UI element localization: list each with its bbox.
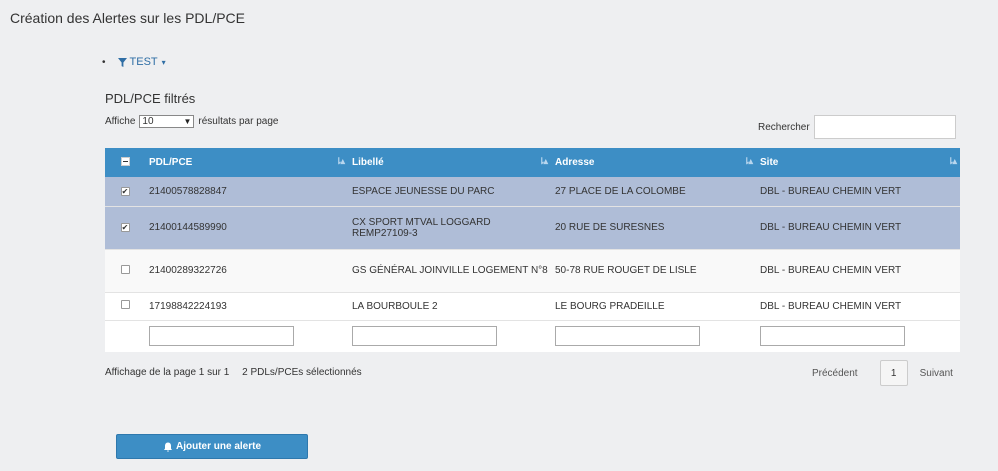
- select-all-checkbox[interactable]: [120, 156, 130, 166]
- cell-site: DBL - BUREAU CHEMIN VERT: [760, 300, 902, 312]
- column-header-label: Adresse: [555, 157, 595, 168]
- table-row[interactable]: 21400289322726 GS GÉNÉRAL JOINVILLE LOGE…: [105, 249, 960, 292]
- sort-arrows-icon[interactable]: ⇂▴: [538, 156, 548, 167]
- cell-adresse: LE BOURG PRADEILLE: [555, 300, 665, 312]
- column-header-label: Libellé: [352, 157, 384, 168]
- cell-adresse: 20 RUE DE SURESNES: [555, 222, 665, 233]
- filter-list: • TEST ▾: [102, 56, 166, 68]
- column-header-pdl[interactable]: PDL/PCE ⇂▴: [145, 148, 348, 177]
- previous-page-link[interactable]: Précédent: [812, 368, 858, 379]
- cell-libelle: LA BOURBOULE 2: [352, 300, 438, 312]
- sort-arrows-icon[interactable]: ⇂▴: [947, 156, 957, 167]
- search-control: Rechercher: [758, 115, 956, 139]
- column-filter-site-input[interactable]: [760, 326, 905, 347]
- dropdown-arrow-icon: ▼: [183, 117, 192, 126]
- filter-cell-site: [756, 320, 960, 352]
- page-length-value: 10: [142, 116, 154, 127]
- sort-arrows-icon[interactable]: ⇂▴: [335, 156, 345, 167]
- column-header-libelle[interactable]: Libellé ⇂▴: [348, 148, 551, 177]
- cell-pdl: 17198842224193: [149, 300, 227, 312]
- cell-site: DBL - BUREAU CHEMIN VERT: [760, 265, 902, 276]
- table-row[interactable]: ✔ 21400144589990 CX SPORT MTVAL LOGGARD …: [105, 206, 960, 249]
- sort-arrows-icon[interactable]: ⇂▴: [743, 156, 753, 167]
- table-row[interactable]: 17198842224193 LA BOURBOULE 2 LE BOURG P…: [105, 292, 960, 320]
- column-filter-row: [105, 320, 960, 352]
- cell-adresse: 27 PLACE DE LA COLOMBE: [555, 185, 686, 197]
- pdl-table: PDL/PCE ⇂▴ Libellé ⇂▴ Adresse ⇂▴ Site ⇂▴ ✔ 2…: [105, 148, 960, 352]
- row-checkbox-cell[interactable]: ✔: [105, 206, 145, 249]
- cell-pdl: 21400578828847: [149, 185, 227, 197]
- bell-icon: [163, 442, 173, 452]
- row-checkbox[interactable]: ✔: [120, 223, 130, 232]
- page-length-select[interactable]: 10 ▼: [139, 115, 195, 128]
- cell-pdl: 21400289322726: [149, 265, 227, 276]
- filter-cell-adresse: [551, 320, 756, 352]
- column-header-label: Site: [760, 157, 779, 168]
- pagination: Précédent 1 Suivant: [812, 360, 953, 386]
- cell-libelle: GS GÉNÉRAL JOINVILLE LOGEMENT N°8: [352, 265, 548, 276]
- column-header-site[interactable]: Site ⇂▴: [756, 148, 960, 177]
- row-checkbox-cell[interactable]: [105, 292, 145, 320]
- row-checkbox-cell[interactable]: ✔: [105, 177, 145, 206]
- section-title: PDL/PCE filtrés: [105, 91, 196, 106]
- column-filter-pdl-input[interactable]: [149, 326, 294, 347]
- add-alert-label: Ajouter une alerte: [175, 441, 262, 452]
- filter-spacer: [105, 320, 145, 352]
- next-page-link[interactable]: Suivant: [920, 368, 953, 379]
- cell-libelle: ESPACE JEUNESSE DU PARC: [352, 185, 495, 197]
- row-checkbox[interactable]: [120, 264, 130, 274]
- row-checkbox[interactable]: ✔: [120, 186, 130, 196]
- column-header-adresse[interactable]: Adresse ⇂▴: [551, 148, 756, 177]
- chevron-down-icon[interactable]: ▾: [162, 58, 166, 67]
- cell-pdl: 21400144589990: [149, 222, 227, 233]
- table-header-row: PDL/PCE ⇂▴ Libellé ⇂▴ Adresse ⇂▴ Site ⇂▴: [105, 148, 960, 177]
- page-info-text: Affichage de la page 1 sur 1: [105, 367, 230, 378]
- cell-site: DBL - BUREAU CHEMIN VERT: [760, 185, 902, 197]
- row-checkbox-cell[interactable]: [105, 249, 145, 292]
- filter-test-label[interactable]: TEST: [130, 56, 158, 68]
- list-bullet: •: [102, 56, 106, 68]
- column-filter-adresse-input[interactable]: [555, 326, 700, 347]
- page-title: Création des Alertes sur les PDL/PCE: [10, 10, 245, 26]
- row-checkbox[interactable]: [120, 300, 130, 309]
- page-length-control: Affiche 10 ▼ résultats par page: [105, 115, 278, 128]
- table-info: Affichage de la page 1 sur 1 2 PDLs/PCEs…: [105, 367, 362, 378]
- filter-cell-pdl: [145, 320, 348, 352]
- cell-libelle: CX SPORT MTVAL LOGGARD REMP27109-3: [352, 216, 491, 239]
- selection-count-text: 2 PDLs/PCEs sélectionnés: [242, 367, 362, 378]
- page-button-1[interactable]: 1: [879, 360, 908, 386]
- funnel-icon[interactable]: [117, 57, 127, 67]
- column-header-label: PDL/PCE: [149, 157, 193, 168]
- add-alert-button[interactable]: Ajouter une alerte: [116, 434, 308, 459]
- length-suffix: résultats par page: [198, 116, 279, 127]
- search-input[interactable]: [813, 115, 956, 139]
- column-filter-libelle-input[interactable]: [352, 326, 497, 347]
- table-row[interactable]: ✔ 21400578828847 ESPACE JEUNESSE DU PARC…: [105, 177, 960, 206]
- select-all-header[interactable]: [105, 148, 145, 177]
- filter-cell-libelle: [348, 320, 551, 352]
- cell-site: DBL - BUREAU CHEMIN VERT: [760, 222, 902, 233]
- search-label: Rechercher: [758, 121, 810, 133]
- cell-adresse: 50-78 RUE ROUGET DE LISLE: [555, 265, 697, 276]
- length-prefix: Affiche: [105, 116, 136, 127]
